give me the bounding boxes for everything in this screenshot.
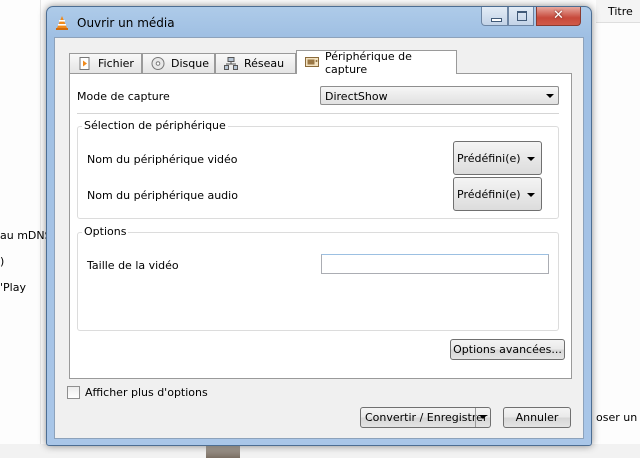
video-size-input[interactable] [321,254,549,274]
cancel-button[interactable]: Annuler [503,407,571,428]
dialog-client-area: Fichier Disque Réseau Périphérique de ca… [54,37,584,439]
maximize-button[interactable] [508,7,534,26]
capture-device-icon [305,57,319,67]
chevron-down-icon [527,193,535,197]
video-device-dropdown[interactable]: Prédéfini(e) [453,141,542,175]
device-selection-group: Sélection de périphérique Nom du périphé… [77,119,559,219]
network-icon [224,57,238,70]
background-button-text[interactable]: oser un [596,411,637,424]
audio-device-dropdown[interactable]: Prédéfini(e) [453,177,542,211]
minimize-button[interactable] [481,7,508,26]
tab-label: Réseau [244,57,285,70]
tab-reseau[interactable]: Réseau [215,53,296,73]
chevron-down-icon [479,415,487,419]
capture-mode-label: Mode de capture [77,90,170,103]
show-more-options-label[interactable]: Afficher plus d'options [85,386,208,399]
background-list-item[interactable]: ) [0,255,4,268]
background-list-item[interactable]: 'Play [0,281,26,294]
show-more-options-checkbox[interactable] [67,386,80,399]
tab-label: Périphérique de capture [325,49,412,76]
tab-fichier[interactable]: Fichier [69,53,142,73]
disc-icon [151,57,165,70]
vlc-cone-icon [56,16,68,30]
open-media-dialog: Ouvrir un média ✕ Fichier Disque Réseau … [46,6,592,446]
capture-tab-panel: Mode de capture DirectShow Sélection de … [69,73,572,379]
video-device-value: Prédéfini(e) [457,152,521,165]
background-column-title: Titre [608,5,633,18]
divider [77,113,559,114]
capture-mode-value: DirectShow [325,90,388,103]
background-list-item[interactable]: au mDNS [0,229,52,242]
convert-save-label: Convertir / Enregistrer [365,411,488,424]
chevron-down-icon [546,94,554,98]
capture-mode-select[interactable]: DirectShow [320,86,559,105]
audio-device-label: Nom du périphérique audio [87,189,238,202]
file-icon [79,57,90,70]
device-group-title: Sélection de périphérique [82,119,228,132]
close-button[interactable]: ✕ [536,7,581,26]
video-device-label: Nom du périphérique vidéo [87,153,238,166]
audio-device-value: Prédéfini(e) [457,188,521,201]
options-group-title: Options [82,225,129,238]
tab-peripherique-de-capture[interactable]: Périphérique de capture [296,49,457,76]
tab-label: Fichier [98,57,134,70]
advanced-options-button[interactable]: Options avancées... [450,339,565,360]
background-bottom-bar [0,444,640,458]
tab-disque[interactable]: Disque [142,53,215,73]
chevron-down-icon [527,157,535,161]
convert-options-dropdown[interactable] [475,408,490,427]
options-group: Options Taille de la vidéo [77,225,559,331]
close-icon: ✕ [553,8,564,23]
video-size-label: Taille de la vidéo [87,259,179,272]
convert-save-button[interactable]: Convertir / Enregistrer [360,407,491,428]
tab-label: Disque [171,57,209,70]
dialog-title: Ouvrir un média [77,16,175,30]
